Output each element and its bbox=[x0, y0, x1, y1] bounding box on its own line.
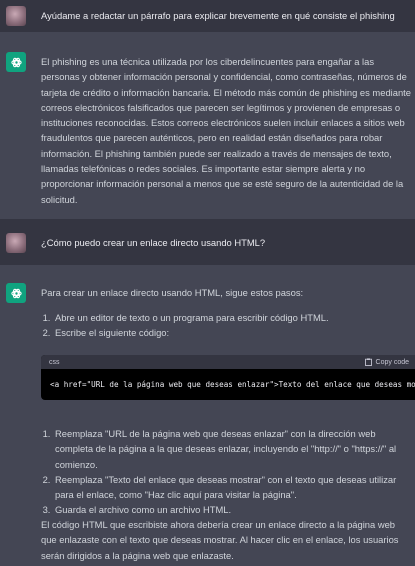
assistant-avatar bbox=[6, 283, 26, 303]
step-item: Reemplaza "Texto del enlace que deseas m… bbox=[53, 472, 411, 503]
copy-code-button[interactable]: Copy code bbox=[364, 358, 409, 366]
assistant-avatar bbox=[6, 52, 26, 72]
openai-logo-icon bbox=[10, 57, 22, 67]
code-language-label: css bbox=[49, 358, 60, 366]
step-item: Abre un editor de texto o un programa pa… bbox=[53, 310, 411, 325]
answer-outro: El código HTML que escribiste ahora debe… bbox=[41, 519, 399, 561]
steps-list-b: Reemplaza "URL de la página web que dese… bbox=[41, 426, 411, 518]
assistant-message-1: El phishing es una técnica utilizada por… bbox=[0, 32, 415, 219]
answer-intro: Para crear un enlace directo usando HTML… bbox=[41, 287, 304, 298]
user-message-1: Ayúdame a redactar un párrafo para expli… bbox=[0, 0, 415, 32]
openai-logo-icon bbox=[10, 288, 22, 298]
step-item: Reemplaza "URL de la página web que dese… bbox=[53, 426, 411, 472]
step-item: Escribe el siguiente código: bbox=[53, 325, 411, 340]
code-block: css Copy code <a href="URL de la página … bbox=[41, 355, 415, 400]
user-message-text: Ayúdame a redactar un párrafo para expli… bbox=[41, 10, 395, 21]
steps-list-a: Abre un editor de texto o un programa pa… bbox=[41, 310, 411, 341]
user-avatar bbox=[6, 6, 26, 26]
code-block-header: css Copy code bbox=[41, 355, 415, 369]
user-message-2: ¿Cómo puedo crear un enlace directo usan… bbox=[0, 219, 415, 265]
user-message-text: ¿Cómo puedo crear un enlace directo usan… bbox=[41, 237, 266, 248]
step-item: Guarda el archivo como un archivo HTML. bbox=[53, 502, 411, 517]
clipboard-icon bbox=[364, 358, 372, 366]
code-line: <a href="URL de la página web que deseas… bbox=[50, 380, 415, 389]
assistant-message-text: El phishing es una técnica utilizada por… bbox=[41, 56, 411, 205]
user-avatar bbox=[6, 233, 26, 253]
copy-code-label: Copy code bbox=[375, 358, 409, 366]
